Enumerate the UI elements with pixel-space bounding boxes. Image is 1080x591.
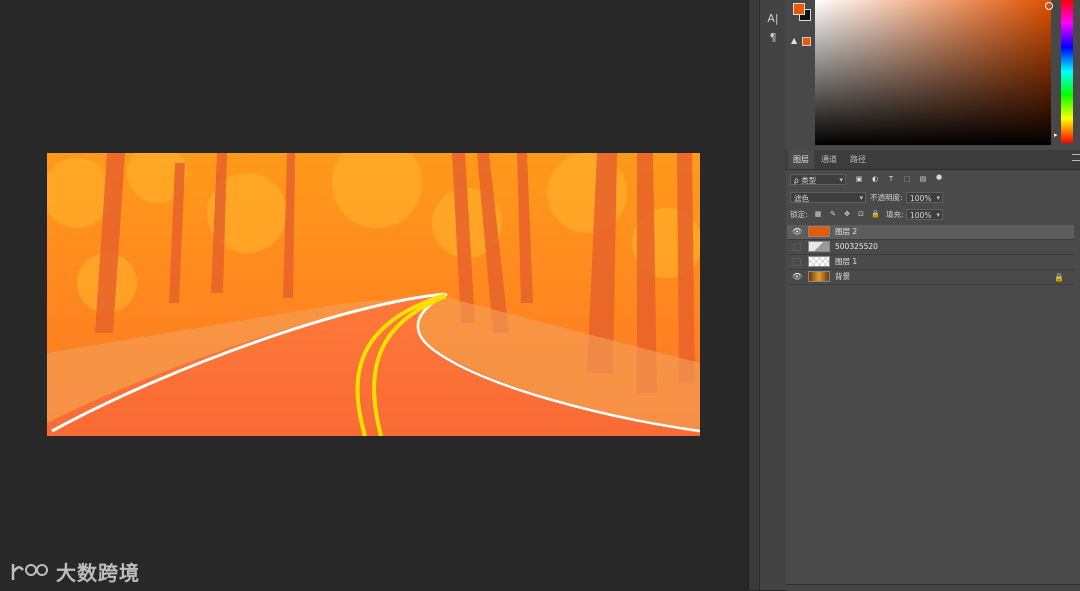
visibility-toggle[interactable] [793,258,801,266]
lock-position-icon[interactable]: ✥ [843,210,851,218]
chevron-down-icon: ▾ [936,194,940,202]
tab-channels[interactable]: 通道 [816,150,842,169]
tab-paths[interactable]: 路径 [845,150,871,169]
panel-menu-icon[interactable] [1072,154,1080,161]
hue-slider[interactable] [1061,0,1073,143]
watermark: 大数跨境 [10,556,140,586]
layer-row[interactable]: 👁 图层 2 [787,225,1074,240]
layer-filter-label: ρ 类型 [794,176,817,185]
pixel-filter-icon[interactable]: ▣ [855,175,863,183]
fill-input[interactable]: 100% ▾ [906,209,943,220]
adjustment-filter-icon[interactable]: ◐ [871,175,879,183]
layer-name[interactable]: 背景 [835,270,850,284]
lock-all-icon[interactable]: 🔒 [871,210,880,218]
tab-layers[interactable]: 图层 [788,150,814,169]
layers-panel-tabs: 图层 通道 路径 [786,150,1080,170]
chevron-down-icon: ▾ [839,176,843,184]
gamut-warning-swatch[interactable] [802,37,811,46]
fill-value: 100% [910,211,932,220]
chevron-down-icon: ▾ [936,211,940,219]
color-saturation-brightness-field[interactable] [815,0,1051,145]
document-image-road-forest[interactable] [47,153,700,436]
watermark-text: 大数跨境 [56,560,140,585]
opacity-input[interactable]: 100% ▾ [906,192,943,203]
chevron-down-icon: ▾ [859,194,863,202]
lock-label: 锁定: [790,210,808,219]
layer-name[interactable]: 图层 2 [835,225,857,239]
color-picker-marker[interactable] [1045,2,1053,10]
lock-transparent-pixels-icon[interactable]: ▦ [814,210,822,218]
shape-filter-icon[interactable]: ⬚ [903,175,911,183]
foreground-color-swatch[interactable] [793,3,805,15]
layer-thumbnail [808,241,830,252]
layer-name[interactable]: 500325520 [835,240,878,254]
lock-image-pixels-icon[interactable]: ✎ [829,210,837,218]
layer-thumbnail [808,226,830,237]
layer-row[interactable]: 图层 1 [787,255,1074,270]
warning-icon[interactable]: ▲ [791,36,797,45]
watermark-logo-icon [11,564,48,580]
layer-row[interactable]: 500325520 [787,240,1074,255]
character-panel-icon[interactable]: A| [760,12,786,25]
hue-slider-arrow-icon[interactable]: ▸ [1054,131,1058,139]
eye-icon[interactable]: 👁 [792,228,802,236]
layer-row[interactable]: 👁 背景 🔒 [787,270,1074,285]
type-filter-icon[interactable]: T [887,175,895,183]
paragraph-panel-icon[interactable]: ¶ [760,31,786,44]
eye-icon[interactable]: 👁 [792,273,802,281]
layer-filter-select[interactable]: ρ 类型 ▾ [790,174,846,185]
filter-toggle-icon[interactable]: ● [935,173,943,181]
lock-artboard-icon[interactable]: ⊡ [857,210,865,218]
smart-object-filter-icon[interactable]: ▤ [919,175,927,183]
layer-thumbnail [808,271,830,282]
opacity-value: 100% [910,194,932,203]
fill-label: 填充: [886,210,904,219]
lock-icon: 🔒 [1054,273,1064,282]
opacity-label: 不透明度: [870,193,903,202]
canvas-vertical-scrollbar[interactable] [748,0,759,590]
blend-mode-value: 滤色 [794,194,809,203]
blend-mode-select[interactable]: 滤色 ▾ [790,192,866,203]
visibility-toggle[interactable] [793,243,801,251]
layer-thumbnail [808,256,830,267]
panel-dock-toolbar: A| ¶ [759,0,787,590]
layer-name[interactable]: 图层 1 [835,255,857,269]
